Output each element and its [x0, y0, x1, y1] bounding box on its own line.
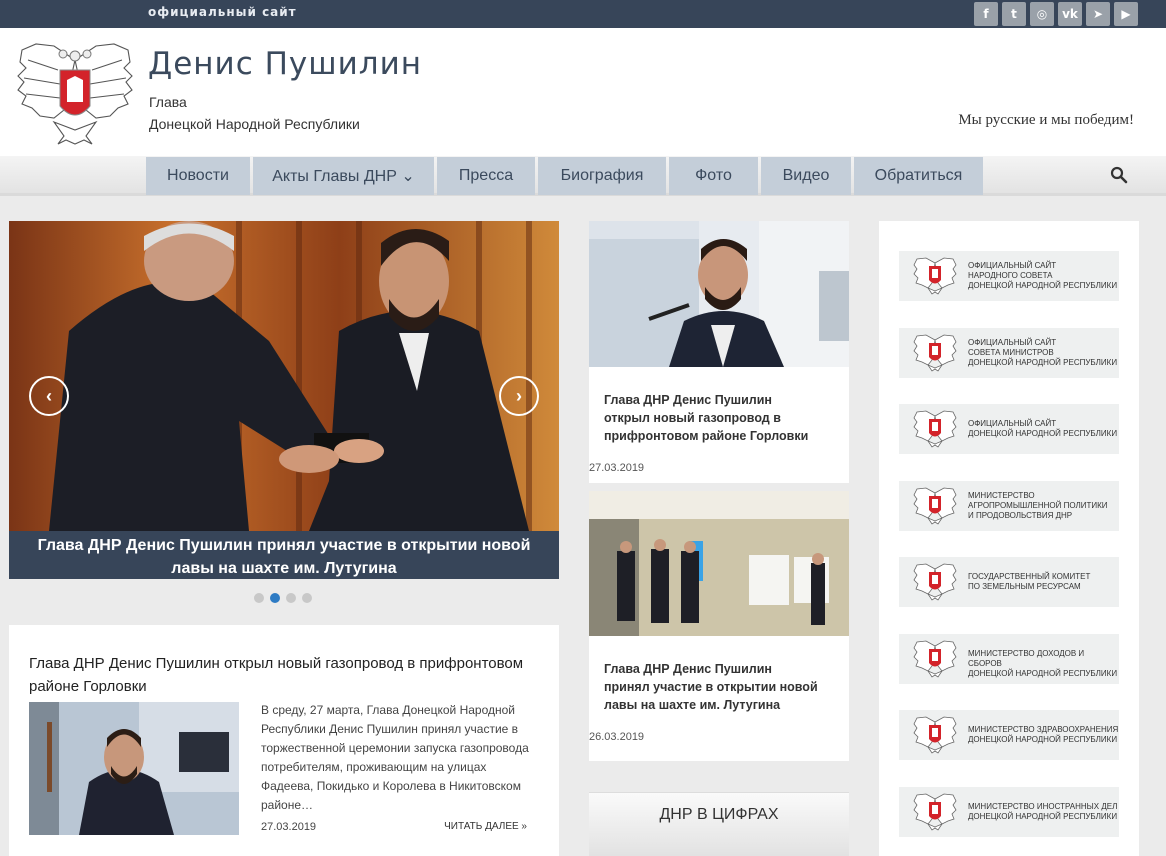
- banner-text-line: ДОНЕЦКОЙ НАРОДНОЙ РЕСПУБЛИКИ: [968, 281, 1118, 290]
- top-bar: официальный сайт f t ◎ vk ➤ ▶: [0, 0, 1166, 28]
- nav-item[interactable]: Фото: [669, 157, 758, 195]
- coat-of-arms-icon: [913, 410, 957, 448]
- coat-of-arms-icon: [913, 716, 957, 754]
- banner-text-line: ДОНЕЦКОЙ НАРОДНОЙ РЕСПУБЛИКИ: [968, 811, 1118, 821]
- article-photo[interactable]: [29, 702, 239, 835]
- slider-dot[interactable]: [270, 593, 280, 603]
- section-title: ДНР В ЦИФРАХ: [659, 806, 779, 823]
- nav-item[interactable]: Видео: [761, 157, 851, 195]
- nav-item[interactable]: Акты Главы ДНР ⌄: [253, 157, 434, 195]
- banner-text-line: ДОНЕЦКОЙ НАРОДНОЙ РЕСПУБЛИКИ: [968, 357, 1118, 367]
- partner-banner[interactable]: МИНИСТЕРСТВО АГРОПРОМЫШЛЕННОЙ ПОЛИТИКИ И П…: [899, 480, 1119, 531]
- page-title[interactable]: Денис Пушилин: [148, 46, 422, 82]
- search-icon[interactable]: [1110, 166, 1128, 184]
- main-navigation: Новости Акты Главы ДНР ⌄ Пресса Биография Фо…: [0, 156, 1166, 196]
- motto: Мы русские и мы победим!: [958, 112, 1134, 128]
- nav-item[interactable]: Биография: [538, 157, 666, 195]
- banner-text-line: СОВЕТА МИНИСТРОВ: [968, 347, 1054, 357]
- slide-caption[interactable]: Глава ДНР Денис Пушилин принял участие в…: [9, 531, 559, 579]
- news-card[interactable]: Глава ДНР Денис Пушилин принял участие в…: [589, 491, 849, 761]
- card-photo[interactable]: [589, 491, 849, 636]
- banner-text-line: МИНИСТЕРСТВО ДОХОДОВ И СБОРОВ: [968, 648, 1085, 668]
- slide-photo: [9, 221, 559, 531]
- youtube-icon[interactable]: ▶: [1114, 2, 1138, 26]
- facebook-icon[interactable]: f: [974, 2, 998, 26]
- slider-dot[interactable]: [286, 593, 296, 603]
- coat-of-arms-logo[interactable]: [14, 40, 136, 146]
- partner-banner[interactable]: ОФИЦИАЛЬНЫЙ САЙТ ДОНЕЦКОЙ НАРОДНОЙ РЕСПУБ…: [899, 404, 1119, 454]
- slider-prev-button[interactable]: ‹: [29, 376, 69, 416]
- banner-text-line: ДОНЕЦКОЙ НАРОДНОЙ РЕСПУБЛИКИ: [968, 735, 1118, 744]
- social-links: f t ◎ vk ➤ ▶: [974, 2, 1138, 26]
- news-card[interactable]: Глава ДНР Денис Пушилин открыл новый газ…: [589, 221, 849, 483]
- article-title[interactable]: Глава ДНР Денис Пушилин открыл новый газ…: [29, 652, 529, 698]
- article-excerpt: В среду, 27 марта, Глава Донецкой Народн…: [261, 703, 529, 812]
- dnr-stats-section[interactable]: ДНР В ЦИФРАХ: [589, 792, 849, 856]
- nav-item[interactable]: Обратиться: [854, 157, 983, 195]
- partner-banner[interactable]: ГОСУДАРСТВЕННЫЙ КОМИТЕТ ПО ЗЕМЕЛЬНЫМ РЕСУ…: [899, 557, 1119, 607]
- coat-of-arms-icon: [913, 487, 957, 525]
- banner-text-line: ОФИЦИАЛЬНЫЙ САЙТ: [968, 419, 1057, 428]
- partner-banner[interactable]: МИНИСТЕРСТВО ДОХОДОВ И СБОРОВ ДОНЕЦКОЙ НА…: [899, 633, 1119, 684]
- twitter-icon[interactable]: t: [1002, 2, 1026, 26]
- banner-text-line: НАРОДНОГО СОВЕТА: [968, 271, 1053, 280]
- subtitle-position: Глава: [149, 94, 187, 110]
- card-title[interactable]: Глава ДНР Денис Пушилин принял участие в…: [604, 660, 819, 714]
- card-photo[interactable]: [589, 221, 849, 367]
- banner-text-line: МИНИСТЕРСТВО: [968, 490, 1035, 500]
- slider-dot[interactable]: [302, 593, 312, 603]
- instagram-icon[interactable]: ◎: [1030, 2, 1054, 26]
- nav-item[interactable]: Пресса: [437, 157, 535, 195]
- coat-of-arms-icon: [913, 334, 957, 372]
- coat-of-arms-icon: [913, 563, 957, 601]
- nav-item[interactable]: Новости: [146, 157, 250, 195]
- banner-text-line: ОФИЦИАЛЬНЫЙ САЙТ: [968, 337, 1057, 347]
- vk-icon[interactable]: vk: [1058, 2, 1082, 26]
- partner-banner[interactable]: МИНИСТЕРСТВО ЗДРАВООХРАНЕНИЯ ДОНЕЦКОЙ НАР…: [899, 710, 1119, 760]
- site-tagline: официальный сайт: [148, 5, 297, 19]
- slider-pagination: [254, 593, 312, 603]
- partner-banner[interactable]: МИНИСТЕРСТВО ИНОСТРАННЫХ ДЕЛ ДОНЕЦКОЙ НАР…: [899, 786, 1119, 837]
- coat-of-arms-icon: [913, 793, 957, 831]
- card-date: 27.03.2019: [589, 462, 645, 474]
- banner-text-line: АГРОПРОМЫШЛЕННОЙ ПОЛИТИКИ: [968, 500, 1108, 510]
- partner-links: ОФИЦИАЛЬНЫЙ САЙТ НАРОДНОГО СОВЕТА ДОНЕЦКОЙ…: [879, 221, 1139, 856]
- coat-of-arms-icon: [913, 640, 957, 678]
- telegram-icon[interactable]: ➤: [1086, 2, 1110, 26]
- featured-article: Глава ДНР Денис Пушилин открыл новый газ…: [9, 625, 559, 856]
- coat-of-arms-icon: [913, 257, 957, 295]
- card-date: 26.03.2019: [589, 731, 645, 743]
- slider-dot[interactable]: [254, 593, 264, 603]
- news-slider[interactable]: ‹ › Глава ДНР Денис Пушилин принял участ…: [9, 221, 559, 579]
- subtitle-republic: Донецкой Народной Республики: [149, 116, 360, 132]
- site-header: Денис Пушилин Глава Донецкой Народной Ре…: [0, 28, 1166, 156]
- slider-next-button[interactable]: ›: [499, 376, 539, 416]
- banner-text-line: ПО ЗЕМЕЛЬНЫМ РЕСУРСАМ: [968, 582, 1081, 591]
- banner-text-line: МИНИСТЕРСТВО ЗДРАВООХРАНЕНИЯ: [968, 725, 1119, 734]
- banner-text-line: ДОНЕЦКОЙ НАРОДНОЙ РЕСПУБЛИКИ: [968, 668, 1118, 678]
- card-title[interactable]: Глава ДНР Денис Пушилин открыл новый газ…: [604, 391, 819, 445]
- article-date: 27.03.2019: [261, 821, 317, 833]
- banner-text-line: ОФИЦИАЛЬНЫЙ САЙТ: [968, 261, 1057, 270]
- banner-text-line: МИНИСТЕРСТВО ИНОСТРАННЫХ ДЕЛ: [968, 801, 1118, 811]
- partner-banner[interactable]: ОФИЦИАЛЬНЫЙ САЙТ НАРОДНОГО СОВЕТА ДОНЕЦКОЙ…: [899, 251, 1119, 301]
- partner-banner[interactable]: ОФИЦИАЛЬНЫЙ САЙТ СОВЕТА МИНИСТРОВ ДОНЕЦКОЙ…: [899, 327, 1119, 378]
- banner-text-line: ДОНЕЦКОЙ НАРОДНОЙ РЕСПУБЛИКИ: [968, 429, 1118, 438]
- read-more-link[interactable]: ЧИТАТЬ ДАЛЕЕ »: [444, 821, 527, 832]
- banner-text-line: ГОСУДАРСТВЕННЫЙ КОМИТЕТ: [968, 572, 1091, 581]
- banner-text-line: И ПРОДОВОЛЬСТВИЯ ДНР: [968, 510, 1073, 520]
